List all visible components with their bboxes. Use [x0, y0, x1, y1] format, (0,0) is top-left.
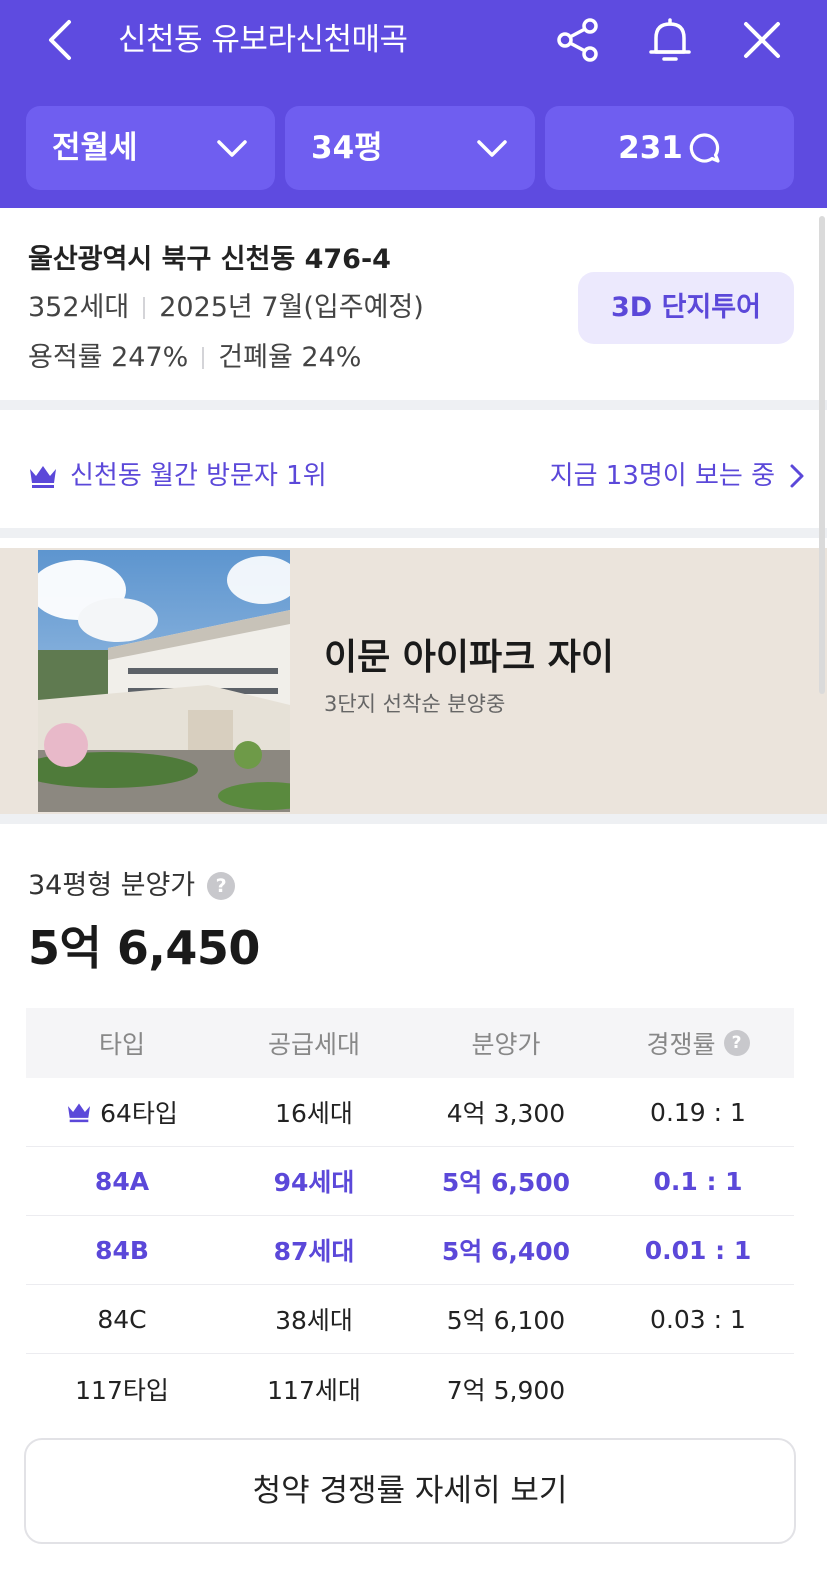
column-header: 타입 — [98, 1030, 145, 1059]
rate-cell: 0.1 : 1 — [653, 1166, 743, 1196]
comment-count: 231 — [618, 130, 683, 166]
table-row: 84B 87세대 5억 6,400 0.01 : 1 — [26, 1216, 794, 1285]
price-cell: 4억 3,300 — [446, 1099, 566, 1128]
share-icon — [557, 18, 598, 62]
deal-type-dropdown[interactable]: 전월세 — [26, 106, 275, 190]
question-icon[interactable]: ? — [723, 1030, 750, 1056]
app-header: 신천동 유보라신천매곡 전월세 34평 231 — [0, 0, 827, 208]
competition-detail-button[interactable]: 청약 경쟁률 자세히 보기 — [24, 1438, 796, 1544]
type-cell: 84A — [94, 1166, 150, 1196]
column-header: 경쟁률 — [646, 1030, 716, 1059]
chevron-down-icon — [217, 140, 247, 157]
table-row: 64타입 16세대 4억 3,300 0.19 : 1 — [26, 1078, 794, 1147]
price-label: 34평형 분양가 — [28, 870, 196, 901]
visitor-rank: 신천동 월간 방문자 1위 — [28, 456, 327, 496]
share-button[interactable] — [552, 14, 604, 66]
table-row: 84A 94세대 5억 6,500 0.1 : 1 — [26, 1147, 794, 1216]
ad-subtitle: 3단지 선착순 분양중 — [324, 692, 506, 716]
price-label-row: 34평형 분양가 ? — [28, 866, 236, 906]
type-cell: 117타입 — [75, 1375, 169, 1405]
close-button[interactable] — [736, 14, 788, 66]
close-icon — [744, 22, 780, 58]
type-cell: 84B — [95, 1235, 149, 1265]
units-cell: 117세대 — [267, 1375, 361, 1405]
price-value: 5억 6,450 — [28, 921, 260, 975]
supply-table: 타입 공급세대 분양가 경쟁률 ? 64타입 16세대 4억 3,300 0.1… — [26, 1008, 794, 1423]
price-cell: 5억 6,400 — [441, 1237, 571, 1266]
crown-icon — [68, 1103, 91, 1123]
column-header-rate: 경쟁률 ? — [602, 1008, 794, 1078]
chevron-left-icon — [49, 20, 71, 60]
households: 352세대 — [28, 292, 130, 323]
units-cell: 94세대 — [273, 1168, 355, 1197]
complex-address: 울산광역시 북구 신천동 476-4 — [28, 244, 391, 275]
top-bar: 신천동 유보라신천매곡 — [0, 0, 827, 80]
price-cell: 5억 6,500 — [441, 1168, 571, 1197]
rate-cell: 0.19 : 1 — [650, 1097, 746, 1127]
viewers-text: 지금 13명이 보는 중 — [549, 461, 775, 491]
table-header: 타입 공급세대 분양가 경쟁률 ? — [26, 1008, 794, 1078]
building-coverage: 건폐율 24% — [218, 342, 362, 373]
divider — [143, 297, 146, 319]
apartment-rendering-image — [38, 550, 290, 812]
deal-type-label: 전월세 — [52, 130, 138, 166]
units-cell: 87세대 — [273, 1237, 355, 1266]
chevron-right-icon — [790, 464, 804, 488]
floor-area-ratio: 용적률 247% — [28, 342, 189, 373]
crown-icon — [30, 466, 56, 488]
divider — [202, 347, 205, 369]
size-dropdown[interactable]: 34평 — [285, 106, 535, 190]
units-cell: 16세대 — [275, 1099, 353, 1128]
section-divider — [0, 814, 827, 824]
type-cell: 84C — [97, 1304, 147, 1334]
page-title: 신천동 유보라신천매곡 — [118, 22, 408, 58]
rank-text: 신천동 월간 방문자 1위 — [70, 461, 327, 491]
3d-tour-button[interactable]: 3D 단지투어 — [578, 272, 794, 344]
complex-ratio-row: 용적률 247% 건폐율 24% — [28, 338, 361, 378]
scrollbar-thumb[interactable] — [819, 216, 825, 694]
type-cell: 64타입 — [26, 1078, 218, 1146]
bell-icon — [649, 18, 691, 61]
column-header: 공급세대 — [267, 1030, 360, 1059]
type-label: 64타입 — [100, 1099, 178, 1128]
rate-cell: 0.01 : 1 — [644, 1235, 752, 1265]
price-cell: 7억 5,900 — [446, 1375, 566, 1405]
viewers-link[interactable]: 지금 13명이 보는 중 — [550, 456, 805, 496]
ad-title: 이문 아이파크 자이 — [324, 637, 615, 678]
column-header: 분양가 — [471, 1030, 541, 1059]
chevron-down-icon — [477, 140, 507, 157]
rate-cell — [602, 1354, 794, 1423]
back-button[interactable] — [38, 14, 82, 66]
table-row: 84C 38세대 5억 6,100 0.03 : 1 — [26, 1285, 794, 1354]
rate-cell: 0.03 : 1 — [650, 1304, 746, 1334]
price-cell: 5억 6,100 — [446, 1306, 566, 1335]
move-in-date: 2025년 7월(입주예정) — [159, 292, 424, 323]
complex-meta-row: 352세대 2025년 7월(입주예정) — [28, 288, 424, 328]
table-row: 117타입 117세대 7억 5,900 — [26, 1354, 794, 1423]
comments-button[interactable]: 231 — [545, 106, 794, 190]
alarm-button[interactable] — [644, 14, 696, 66]
question-icon[interactable]: ? — [207, 872, 236, 900]
comment-icon — [689, 133, 720, 163]
size-label: 34평 — [311, 130, 383, 166]
units-cell: 38세대 — [275, 1306, 353, 1335]
